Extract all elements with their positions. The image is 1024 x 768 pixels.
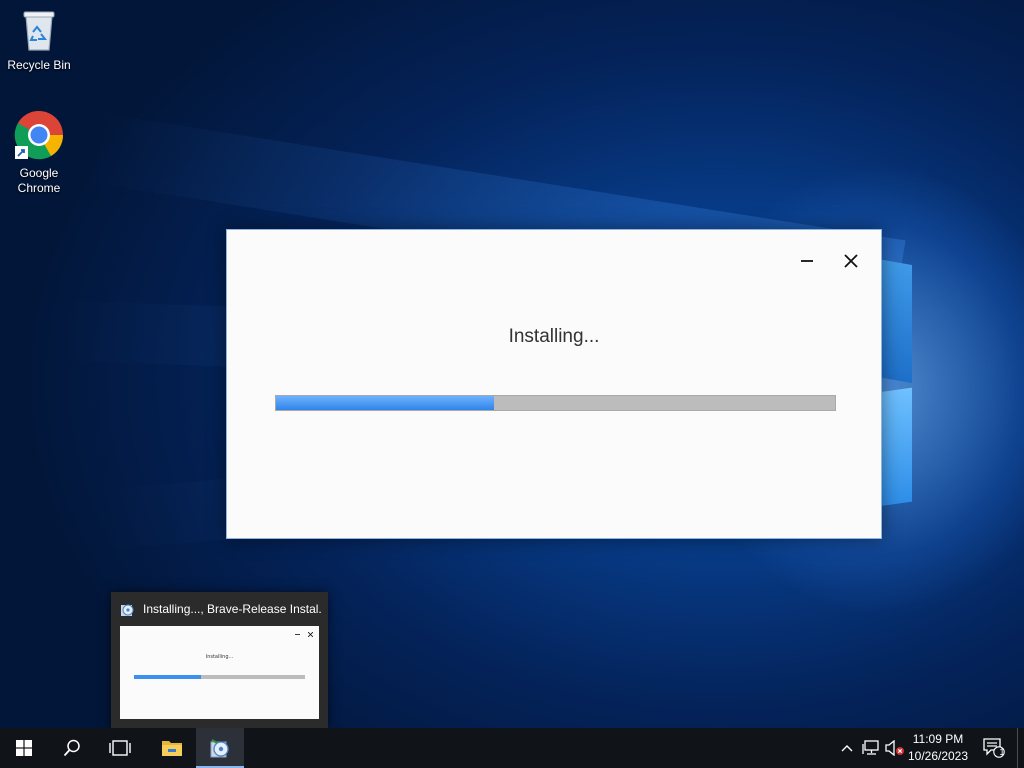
desktop-icon-recycle-bin[interactable]: Recycle Bin — [1, 8, 77, 73]
minimize-icon — [295, 634, 300, 635]
close-button[interactable] — [836, 250, 866, 272]
recycle-bin-icon — [23, 11, 55, 51]
brave-installer-taskbar-button[interactable] — [196, 728, 244, 768]
clock-time: 11:09 PM — [912, 732, 964, 746]
desktop-icon-label-line: Chrome — [17, 181, 61, 195]
preview-progress-bar — [134, 675, 305, 679]
desktop-icon-google-chrome[interactable]: Google Chrome — [1, 110, 77, 196]
preview-thumbnail: Installing... — [120, 626, 319, 719]
installer-icon — [121, 604, 134, 616]
preview-progress-fill — [134, 675, 201, 679]
chevron-up-icon — [841, 745, 853, 752]
minimize-icon — [801, 260, 813, 262]
wallpaper-logo-pane — [878, 259, 912, 383]
network-icon — [862, 740, 879, 755]
desktop-icon-label-line: Google — [19, 166, 59, 180]
desktop-icon-label: Recycle Bin — [7, 58, 71, 72]
system-clock[interactable]: 11:09 PM 10/26/2023 — [902, 731, 974, 765]
installer-icon — [210, 739, 229, 758]
preview-title: Installing..., Brave-Release Instal... — [119, 601, 322, 617]
search-button[interactable] — [48, 728, 96, 768]
task-view-button[interactable] — [96, 728, 144, 768]
start-button[interactable] — [0, 728, 48, 768]
desktop-icon-label: Google Chrome — [1, 166, 77, 196]
show-desktop-button[interactable] — [1017, 728, 1024, 768]
task-view-icon — [109, 740, 131, 756]
close-icon — [308, 632, 313, 637]
install-status-text: Installing... — [508, 326, 600, 347]
install-progress-bar — [275, 395, 836, 411]
close-icon — [844, 254, 858, 268]
chrome-icon — [14, 110, 64, 160]
windows-start-icon — [16, 740, 32, 756]
minimize-button[interactable] — [792, 250, 822, 272]
file-explorer-button[interactable] — [148, 728, 196, 768]
show-hidden-icons-button[interactable] — [838, 728, 856, 768]
notification-count-badge: 1 — [999, 747, 1005, 757]
taskbar: 11:09 PM 10/26/2023 1 — [0, 728, 1024, 768]
action-center-button[interactable]: 1 — [980, 728, 1008, 768]
folder-icon — [162, 741, 182, 756]
search-icon — [63, 739, 80, 757]
preview-status-text: Installing... — [205, 654, 234, 660]
wallpaper-logo-pane — [878, 387, 912, 507]
clock-date: 10/26/2023 — [907, 749, 969, 763]
preview-title-text: Installing..., Brave-Release Instal... — [143, 602, 322, 616]
network-tray-button[interactable] — [860, 728, 882, 768]
installer-window: Installing... — [226, 229, 882, 539]
taskbar-thumbnail-preview[interactable]: Installing..., Brave-Release Instal... I… — [111, 592, 328, 728]
install-progress-fill — [276, 396, 494, 410]
